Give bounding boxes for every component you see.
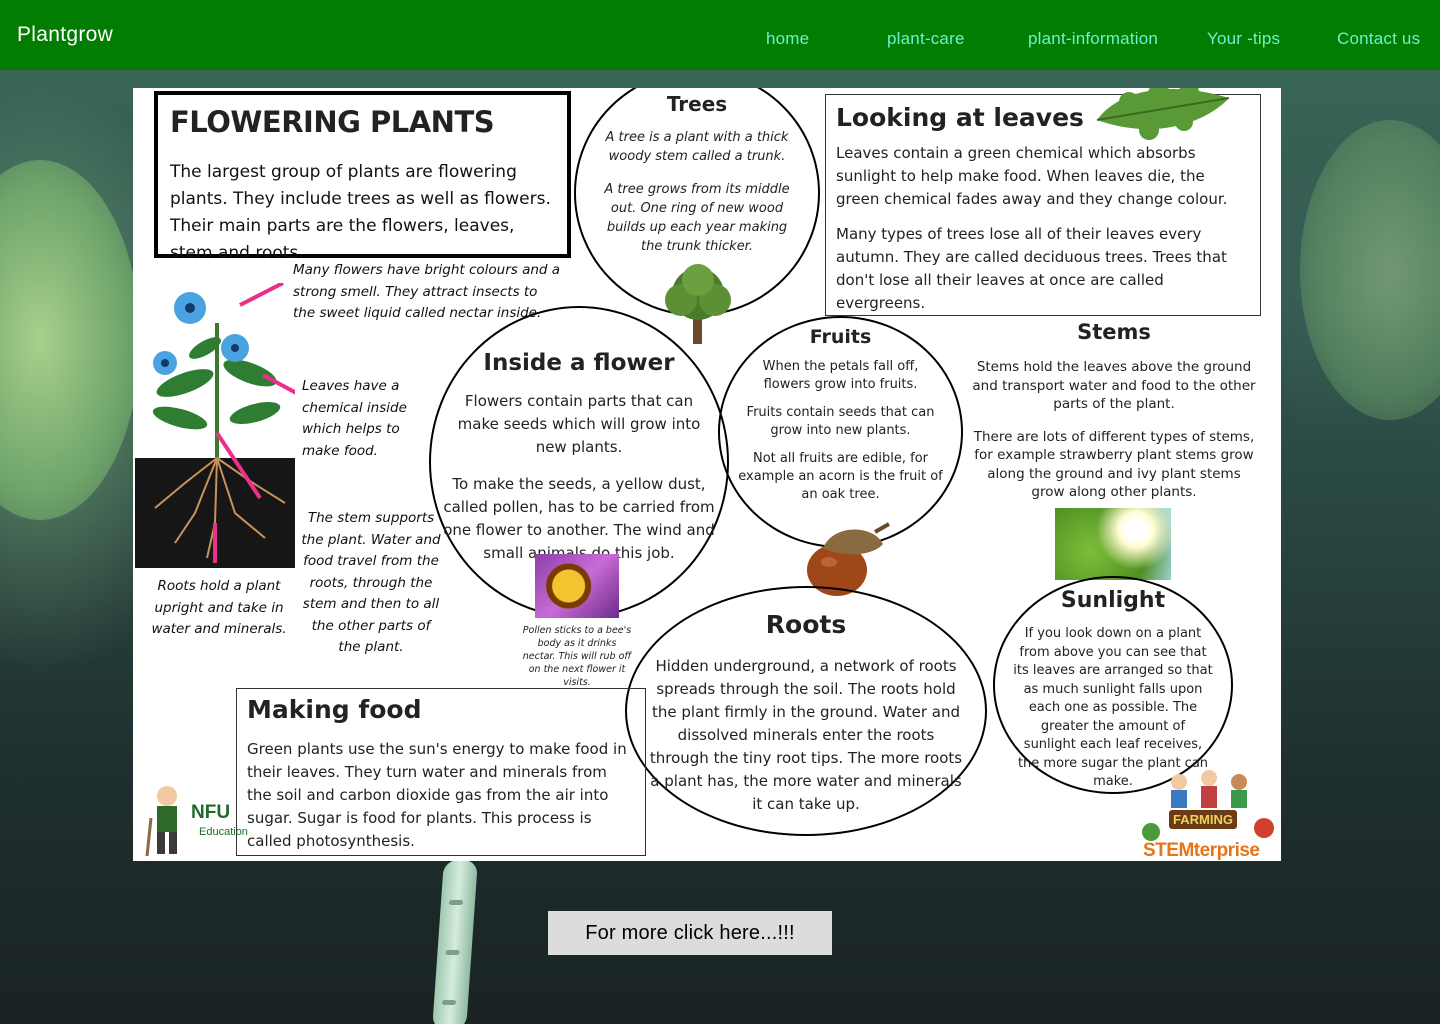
- nav-contact-us[interactable]: Contact us: [1337, 29, 1420, 49]
- flowering-plants-text: The largest group of plants are flowerin…: [170, 162, 551, 263]
- making-food-title: Making food: [247, 695, 422, 724]
- leaves-text-2: Many types of trees lose all of their le…: [836, 225, 1227, 312]
- roots-title: Roots: [765, 610, 847, 639]
- navbar: Plantgrow home plant-care plant-informat…: [0, 0, 1440, 70]
- background-leaf: [1300, 120, 1440, 420]
- sunlight-text: If you look down on a plant from above y…: [1013, 626, 1213, 789]
- inside-flower-text-2: To make the seeds, a yellow dust, called…: [443, 475, 715, 562]
- fruits-title: Fruits: [809, 326, 872, 348]
- stems-text-1: Stems hold the leaves above the ground a…: [972, 359, 1256, 412]
- farmer-icon: [145, 786, 177, 857]
- brand-logo[interactable]: Plantgrow: [17, 23, 113, 47]
- roots-text: Hidden underground, a network of roots s…: [649, 657, 963, 813]
- making-food-box: Making food Green plants use the sun's e…: [236, 688, 646, 856]
- stems-title: Stems: [1077, 320, 1151, 344]
- nfu-education-logo: NFU Education: [145, 782, 248, 858]
- roots-circle: Roots Hidden underground, a network of r…: [625, 586, 987, 836]
- background-stem: [432, 860, 478, 1024]
- nav-your-tips[interactable]: Your -tips: [1207, 29, 1280, 49]
- leaves-text-1: Leaves contain a green chemical which ab…: [836, 144, 1228, 208]
- sunlight-title: Sunlight: [1060, 588, 1166, 613]
- flowers-note: Many flowers have bright colours and a s…: [293, 262, 561, 321]
- fruits-circle: Fruits When the petals fall off, flowers…: [718, 316, 963, 548]
- bee-photo: [535, 554, 619, 618]
- flowering-plants-title: FLOWERING PLANTS: [170, 105, 495, 139]
- trees-text-1: A tree is a plant with a thick woody ste…: [605, 130, 789, 164]
- leaves-note: Leaves have a chemical inside which help…: [302, 378, 407, 459]
- farming-stemterprise-logo: FARMING STEMterprise: [1139, 768, 1279, 861]
- sunlight-photo: [1055, 508, 1171, 580]
- stems-text-2: There are lots of different types of ste…: [973, 428, 1255, 501]
- more-info-button[interactable]: For more click here...!!!: [548, 911, 832, 955]
- fruits-text-3: Not all fruits are edible, for example a…: [738, 451, 943, 502]
- nav-plant-care[interactable]: plant-care: [887, 29, 965, 49]
- sunlight-circle: Sunlight If you look down on a plant fro…: [993, 576, 1233, 794]
- flowering-plants-poster: FLOWERING PLANTS The largest group of pl…: [133, 88, 1281, 861]
- oak-leaf-icon: [1096, 88, 1230, 140]
- fruits-text-1: When the petals fall off, flowers grow i…: [762, 359, 919, 392]
- bee-caption: Pollen sticks to a bee's body as it drin…: [522, 625, 632, 688]
- fruits-text-2: Fruits contain seeds that can grow into …: [746, 405, 935, 438]
- inside-flower-title: Inside a flower: [483, 350, 675, 376]
- flowering-plants-box: FLOWERING PLANTS The largest group of pl…: [154, 91, 571, 263]
- nav-plant-information[interactable]: plant-information: [1028, 29, 1158, 49]
- inside-flower-text-1: Flowers contain parts that can make seed…: [457, 392, 701, 456]
- stem-note: The stem supports the plant. Water and f…: [301, 510, 441, 655]
- flowering-plant-icon: [135, 283, 295, 568]
- roots-note: Roots hold a plant upright and take in w…: [151, 578, 287, 637]
- trees-title: Trees: [666, 92, 728, 116]
- trees-text-2: A tree grows from its middle out. One ri…: [604, 182, 790, 254]
- nav-home[interactable]: home: [766, 29, 809, 49]
- stems-block: Stems Stems hold the leaves above the gr…: [969, 320, 1259, 502]
- making-food-text: Green plants use the sun's energy to mak…: [247, 740, 627, 850]
- background-leaf: [0, 160, 140, 520]
